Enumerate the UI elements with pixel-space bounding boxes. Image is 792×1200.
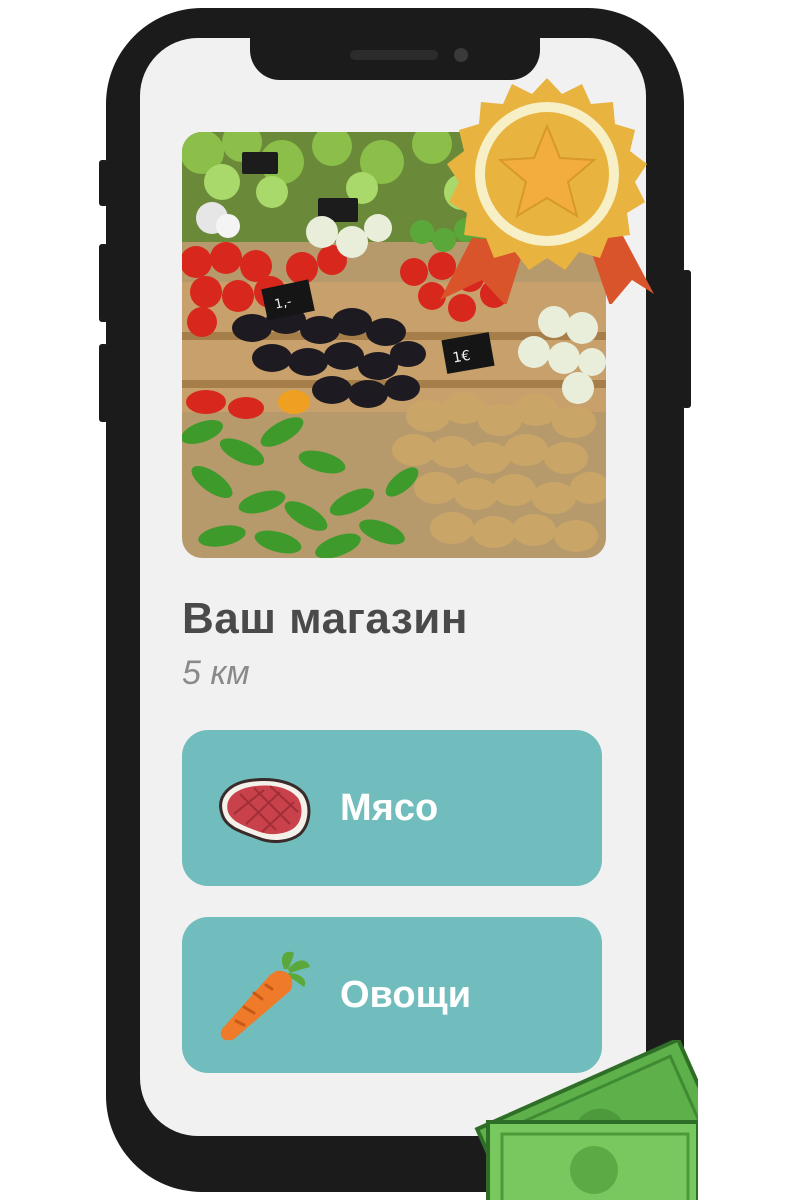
- store-name: Ваш магазин: [182, 594, 468, 643]
- svg-text:1€: 1€: [451, 348, 471, 367]
- mute-switch: [99, 160, 108, 206]
- money-bills-icon: [474, 1040, 698, 1200]
- power-button: [682, 270, 691, 408]
- carrot-icon: [220, 951, 310, 1041]
- volume-down-button: [99, 344, 108, 422]
- store-distance: 5 км: [182, 654, 250, 692]
- category-label-meat: Мясо: [340, 787, 439, 829]
- front-camera: [454, 48, 468, 62]
- meat-steak-icon: [219, 778, 311, 843]
- speaker-grille: [350, 50, 438, 60]
- award-badge-icon: [440, 78, 654, 304]
- volume-up-button: [99, 244, 108, 322]
- category-button-meat[interactable]: Мясо: [182, 730, 602, 886]
